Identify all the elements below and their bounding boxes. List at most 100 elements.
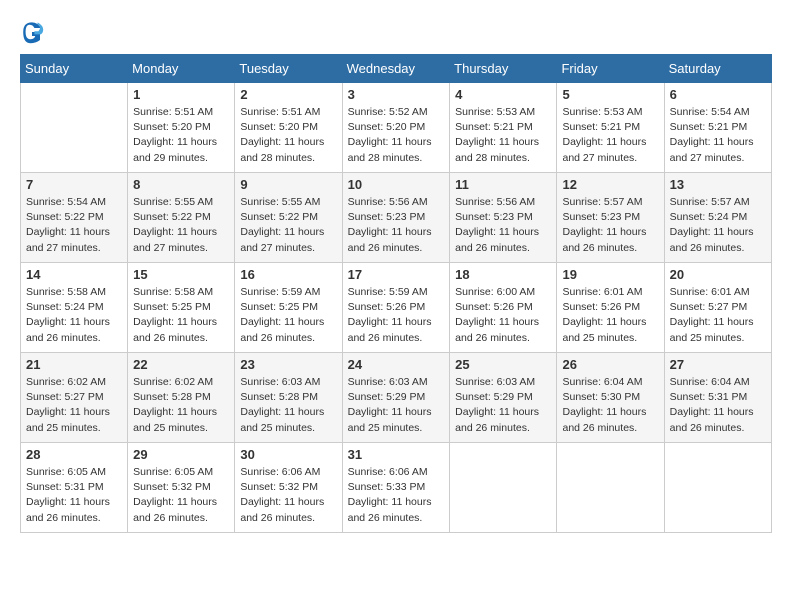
calendar-cell: 19 Sunrise: 6:01 AM Sunset: 5:26 PM Dayli… — [557, 263, 664, 353]
day-number: 14 — [26, 267, 122, 282]
day-info: Sunrise: 5:57 AM Sunset: 5:24 PM Dayligh… — [670, 195, 766, 256]
calendar-cell — [450, 443, 557, 533]
day-number: 23 — [240, 357, 336, 372]
day-number: 19 — [562, 267, 658, 282]
day-info: Sunrise: 5:56 AM Sunset: 5:23 PM Dayligh… — [348, 195, 445, 256]
column-header-sunday: Sunday — [21, 55, 128, 83]
calendar-cell: 17 Sunrise: 5:59 AM Sunset: 5:26 PM Dayli… — [342, 263, 450, 353]
calendar-cell: 29Sunrise: 6:05 AM Sunset: 5:32 PM Dayli… — [128, 443, 235, 533]
calendar-week-5: 28 Sunrise: 6:05 AM Sunset: 5:31 PM Dayli… — [21, 443, 772, 533]
calendar-cell — [21, 83, 128, 173]
calendar-cell: 21Sunrise: 6:02 AM Sunset: 5:27 PM Dayli… — [21, 353, 128, 443]
calendar-cell: 20 Sunrise: 6:01 AM Sunset: 5:27 PM Dayli… — [664, 263, 771, 353]
calendar-cell: 2 Sunrise: 5:51 AM Sunset: 5:20 PM Daylig… — [235, 83, 342, 173]
day-info: Sunrise: 5:53 AM Sunset: 5:21 PM Dayligh… — [455, 105, 551, 166]
day-info: Sunrise: 6:01 AM Sunset: 5:27 PM Dayligh… — [670, 285, 766, 346]
calendar-week-3: 14 Sunrise: 5:58 AM Sunset: 5:24 PM Dayli… — [21, 263, 772, 353]
column-header-monday: Monday — [128, 55, 235, 83]
day-number: 13 — [670, 177, 766, 192]
calendar-week-4: 21Sunrise: 6:02 AM Sunset: 5:27 PM Dayli… — [21, 353, 772, 443]
day-number: 24 — [348, 357, 445, 372]
day-info: Sunrise: 6:03 AM Sunset: 5:29 PM Dayligh… — [348, 375, 445, 436]
calendar-cell — [557, 443, 664, 533]
calendar-cell: 9 Sunrise: 5:55 AM Sunset: 5:22 PM Daylig… — [235, 173, 342, 263]
calendar-table: SundayMondayTuesdayWednesdayThursdayFrid… — [20, 54, 772, 533]
day-info: Sunrise: 5:55 AM Sunset: 5:22 PM Dayligh… — [240, 195, 336, 256]
day-info: Sunrise: 5:52 AM Sunset: 5:20 PM Dayligh… — [348, 105, 445, 166]
calendar-cell: 25 Sunrise: 6:03 AM Sunset: 5:29 PM Dayli… — [450, 353, 557, 443]
calendar-cell: 6Sunrise: 5:54 AM Sunset: 5:21 PM Daylig… — [664, 83, 771, 173]
column-header-thursday: Thursday — [450, 55, 557, 83]
day-number: 5 — [562, 87, 658, 102]
day-number: 4 — [455, 87, 551, 102]
day-info: Sunrise: 6:03 AM Sunset: 5:29 PM Dayligh… — [455, 375, 551, 436]
calendar-cell: 3 Sunrise: 5:52 AM Sunset: 5:20 PM Daylig… — [342, 83, 450, 173]
day-info: Sunrise: 5:54 AM Sunset: 5:22 PM Dayligh… — [26, 195, 122, 256]
calendar-cell: 4 Sunrise: 5:53 AM Sunset: 5:21 PM Daylig… — [450, 83, 557, 173]
day-number: 11 — [455, 177, 551, 192]
calendar-header-row: SundayMondayTuesdayWednesdayThursdayFrid… — [21, 55, 772, 83]
day-info: Sunrise: 6:05 AM Sunset: 5:31 PM Dayligh… — [26, 465, 122, 526]
day-info: Sunrise: 6:06 AM Sunset: 5:33 PM Dayligh… — [348, 465, 445, 526]
calendar-cell: 28 Sunrise: 6:05 AM Sunset: 5:31 PM Dayli… — [21, 443, 128, 533]
day-number: 9 — [240, 177, 336, 192]
day-info: Sunrise: 6:04 AM Sunset: 5:31 PM Dayligh… — [670, 375, 766, 436]
day-number: 25 — [455, 357, 551, 372]
day-number: 12 — [562, 177, 658, 192]
day-number: 6 — [670, 87, 766, 102]
day-info: Sunrise: 5:51 AM Sunset: 5:20 PM Dayligh… — [133, 105, 229, 166]
calendar-cell: 10 Sunrise: 5:56 AM Sunset: 5:23 PM Dayli… — [342, 173, 450, 263]
calendar-cell: 26 Sunrise: 6:04 AM Sunset: 5:30 PM Dayli… — [557, 353, 664, 443]
day-number: 29 — [133, 447, 229, 462]
day-number: 20 — [670, 267, 766, 282]
calendar-cell: 11 Sunrise: 5:56 AM Sunset: 5:23 PM Dayli… — [450, 173, 557, 263]
day-number: 16 — [240, 267, 336, 282]
day-info: Sunrise: 5:58 AM Sunset: 5:24 PM Dayligh… — [26, 285, 122, 346]
column-header-friday: Friday — [557, 55, 664, 83]
calendar-cell: 12Sunrise: 5:57 AM Sunset: 5:23 PM Dayli… — [557, 173, 664, 263]
calendar-cell: 16 Sunrise: 5:59 AM Sunset: 5:25 PM Dayli… — [235, 263, 342, 353]
calendar-week-1: 1 Sunrise: 5:51 AM Sunset: 5:20 PM Daylig… — [21, 83, 772, 173]
calendar-cell: 5 Sunrise: 5:53 AM Sunset: 5:21 PM Daylig… — [557, 83, 664, 173]
day-number: 10 — [348, 177, 445, 192]
calendar-cell: 22Sunrise: 6:02 AM Sunset: 5:28 PM Dayli… — [128, 353, 235, 443]
day-number: 2 — [240, 87, 336, 102]
day-number: 8 — [133, 177, 229, 192]
day-info: Sunrise: 5:55 AM Sunset: 5:22 PM Dayligh… — [133, 195, 229, 256]
calendar-cell: 1 Sunrise: 5:51 AM Sunset: 5:20 PM Daylig… — [128, 83, 235, 173]
day-info: Sunrise: 5:59 AM Sunset: 5:26 PM Dayligh… — [348, 285, 445, 346]
logo-icon — [20, 20, 44, 44]
day-info: Sunrise: 6:01 AM Sunset: 5:26 PM Dayligh… — [562, 285, 658, 346]
calendar-cell: 15Sunrise: 5:58 AM Sunset: 5:25 PM Dayli… — [128, 263, 235, 353]
calendar-cell: 7 Sunrise: 5:54 AM Sunset: 5:22 PM Daylig… — [21, 173, 128, 263]
day-number: 28 — [26, 447, 122, 462]
calendar-cell: 13 Sunrise: 5:57 AM Sunset: 5:24 PM Dayli… — [664, 173, 771, 263]
day-number: 31 — [348, 447, 445, 462]
calendar-cell: 23 Sunrise: 6:03 AM Sunset: 5:28 PM Dayli… — [235, 353, 342, 443]
day-number: 30 — [240, 447, 336, 462]
day-number: 26 — [562, 357, 658, 372]
day-number: 17 — [348, 267, 445, 282]
calendar-cell: 27 Sunrise: 6:04 AM Sunset: 5:31 PM Dayli… — [664, 353, 771, 443]
day-info: Sunrise: 6:03 AM Sunset: 5:28 PM Dayligh… — [240, 375, 336, 436]
day-info: Sunrise: 5:59 AM Sunset: 5:25 PM Dayligh… — [240, 285, 336, 346]
day-info: Sunrise: 6:02 AM Sunset: 5:27 PM Dayligh… — [26, 375, 122, 436]
day-info: Sunrise: 5:51 AM Sunset: 5:20 PM Dayligh… — [240, 105, 336, 166]
day-info: Sunrise: 5:56 AM Sunset: 5:23 PM Dayligh… — [455, 195, 551, 256]
day-number: 22 — [133, 357, 229, 372]
day-number: 15 — [133, 267, 229, 282]
calendar-cell: 24 Sunrise: 6:03 AM Sunset: 5:29 PM Dayli… — [342, 353, 450, 443]
day-number: 1 — [133, 87, 229, 102]
day-number: 3 — [348, 87, 445, 102]
calendar-week-2: 7 Sunrise: 5:54 AM Sunset: 5:22 PM Daylig… — [21, 173, 772, 263]
calendar-cell: 30 Sunrise: 6:06 AM Sunset: 5:32 PM Dayli… — [235, 443, 342, 533]
day-info: Sunrise: 5:53 AM Sunset: 5:21 PM Dayligh… — [562, 105, 658, 166]
day-number: 27 — [670, 357, 766, 372]
page-header — [20, 20, 772, 44]
day-info: Sunrise: 6:06 AM Sunset: 5:32 PM Dayligh… — [240, 465, 336, 526]
day-info: Sunrise: 6:04 AM Sunset: 5:30 PM Dayligh… — [562, 375, 658, 436]
day-number: 7 — [26, 177, 122, 192]
calendar-cell: 18Sunrise: 6:00 AM Sunset: 5:26 PM Dayli… — [450, 263, 557, 353]
calendar-cell: 8 Sunrise: 5:55 AM Sunset: 5:22 PM Daylig… — [128, 173, 235, 263]
column-header-saturday: Saturday — [664, 55, 771, 83]
